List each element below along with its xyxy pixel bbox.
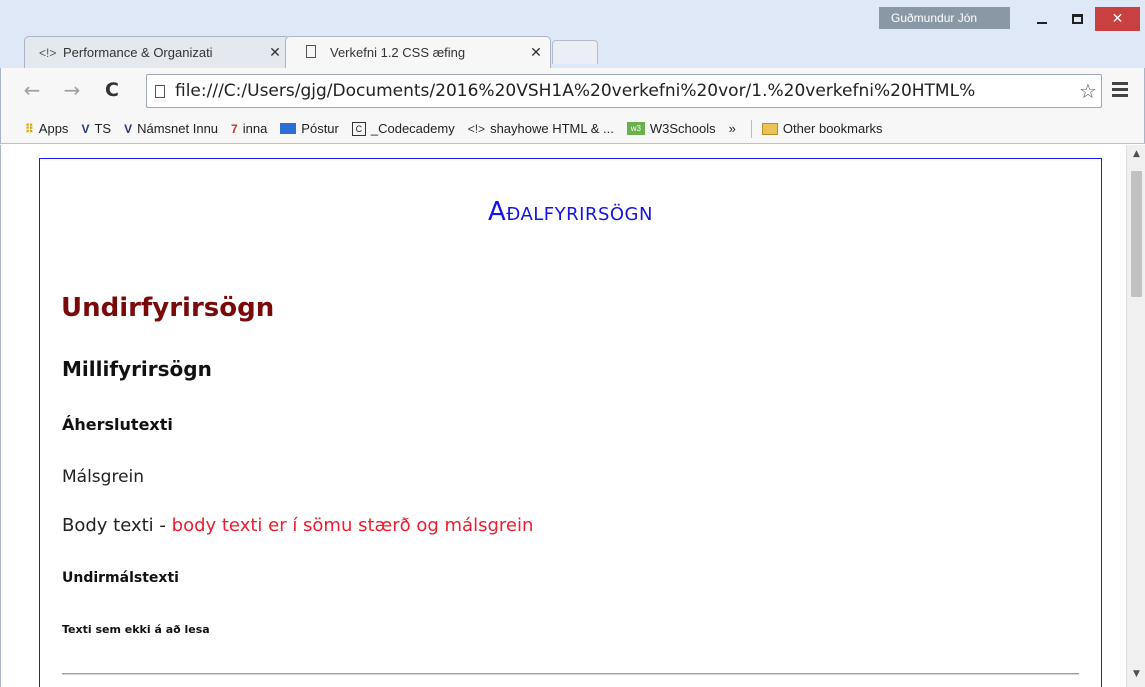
- bookmark-apps[interactable]: ⠿ Apps: [25, 121, 68, 136]
- bookmark-postur[interactable]: Póstur: [280, 121, 339, 136]
- tab-title: Verkefni 1.2 CSS æfing: [330, 45, 466, 60]
- scroll-down-icon[interactable]: ▼: [1127, 669, 1145, 679]
- close-window-button[interactable]: ✕: [1095, 7, 1140, 31]
- bookmark-codecademy[interactable]: C _Codecademy: [351, 121, 455, 136]
- back-button[interactable]: ←: [20, 76, 44, 104]
- bookmark-label: inna: [242, 121, 268, 136]
- tab-verkefni[interactable]: Verkefni 1.2 CSS æfing ✕: [285, 36, 551, 68]
- bookmark-label: Námsnet Innu: [137, 121, 219, 136]
- body-text-note: body texti er í sömu stærð og málsgrein: [171, 515, 534, 536]
- bookmark-namsnet[interactable]: V Námsnet Innu: [124, 121, 218, 136]
- url-text[interactable]: file:///C:/Users/gjg/Documents/2016%20VS…: [175, 81, 1075, 101]
- user-badge[interactable]: Guðmundur Jón: [879, 7, 1010, 29]
- scroll-up-icon[interactable]: ▲: [1127, 149, 1145, 159]
- bookmark-w3schools[interactable]: w3 W3Schools: [626, 121, 716, 136]
- fine-print-text: Texti sem ekki á að lesa: [62, 623, 210, 636]
- body-text: Body texti - body texti er í sömu stærð …: [62, 515, 533, 536]
- close-icon: ✕: [1111, 11, 1124, 27]
- code-icon: <!>: [39, 45, 57, 60]
- vertical-scrollbar[interactable]: ▲ ▼: [1126, 145, 1145, 687]
- forward-button[interactable]: →: [60, 76, 84, 104]
- chevron-right-icon: »: [728, 121, 736, 136]
- window-titlebar: Guðmundur Jón ✕ <!> Performance & Organi…: [0, 0, 1145, 69]
- inna-icon: 7: [231, 121, 238, 136]
- menu-icon[interactable]: [1110, 79, 1130, 101]
- maximize-icon: [1071, 14, 1083, 24]
- page-content-box: Aðalfyrirsögn Undirfyrirsögn Millifyrirs…: [39, 158, 1102, 687]
- bookmark-label: shayhowe HTML & ...: [490, 121, 614, 136]
- bookmark-inna[interactable]: 7 inna: [231, 121, 267, 136]
- w3schools-icon: w3: [626, 122, 645, 135]
- tab-title: Performance & Organizati: [63, 45, 213, 60]
- maximize-button[interactable]: [1060, 7, 1094, 31]
- new-tab-button[interactable]: [552, 40, 598, 64]
- tab-close-icon[interactable]: ✕: [522, 44, 550, 61]
- page-icon: [306, 44, 330, 61]
- bookmark-other[interactable]: Other bookmarks: [761, 121, 883, 136]
- middle-heading: Millifyrirsögn: [62, 357, 212, 381]
- scroll-thumb[interactable]: [1131, 171, 1142, 297]
- sub-paragraph-text: Undirmálstexti: [62, 570, 179, 586]
- sub-heading: Undirfyrirsögn: [61, 293, 275, 323]
- bookmarks-bar: ⠿ Apps V TS V Námsnet Innu 7 inna Póstur C _C…: [0, 114, 1145, 144]
- tab-performance[interactable]: <!> Performance & Organizati ✕: [24, 36, 290, 68]
- bookmark-separator: [750, 119, 752, 138]
- folder-icon: [761, 122, 778, 135]
- emphasis-text: Áherslutexti: [62, 415, 173, 434]
- reload-button[interactable]: C: [100, 76, 124, 104]
- star-icon[interactable]: ☆: [1075, 79, 1101, 103]
- main-heading: Aðalfyrirsögn: [488, 197, 653, 227]
- code-icon: <!>: [467, 121, 486, 136]
- mail-icon: [280, 123, 297, 134]
- bookmark-label: Other bookmarks: [782, 121, 883, 136]
- bookmark-label: _Codecademy: [370, 121, 455, 136]
- bookmark-label: TS: [94, 121, 112, 136]
- bookmark-shayhowe[interactable]: <!> shayhowe HTML & ...: [468, 121, 614, 136]
- bookmark-label: Póstur: [301, 121, 339, 136]
- bookmark-label: W3Schools: [649, 121, 716, 136]
- horizontal-rule: [62, 673, 1079, 675]
- bookmarks-overflow[interactable]: »: [729, 121, 736, 136]
- address-bar[interactable]: file:///C:/Users/gjg/Documents/2016%20VS…: [146, 74, 1102, 108]
- bookmark-ts[interactable]: V TS: [81, 121, 111, 136]
- apps-icon: ⠿: [25, 121, 34, 136]
- namsnet-icon: V: [124, 121, 133, 136]
- ts-icon: V: [81, 121, 90, 136]
- page-icon: [155, 84, 165, 98]
- paragraph: Málsgrein: [62, 467, 145, 487]
- minimize-icon: [1037, 22, 1047, 24]
- minimize-button[interactable]: [1025, 7, 1059, 31]
- codecademy-icon: C: [351, 121, 366, 136]
- bookmark-label: Apps: [38, 121, 69, 136]
- body-text-label: Body texti -: [62, 515, 172, 536]
